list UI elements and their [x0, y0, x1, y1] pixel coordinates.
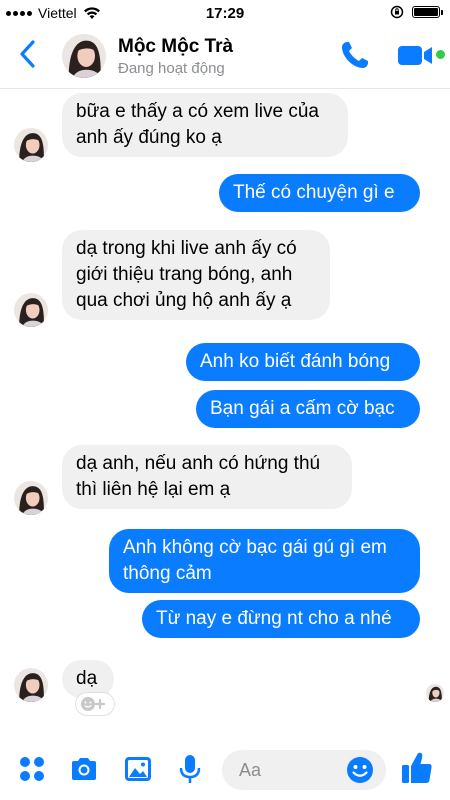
sender-avatar[interactable] — [14, 481, 48, 515]
contact-avatar[interactable] — [62, 34, 106, 78]
message-line: anh ấy đúng ko ạ — [76, 127, 222, 148]
add-reaction-icon — [81, 697, 106, 711]
message-line: Thế có chuyện gì e — [233, 182, 395, 203]
conversation-header: Mộc Mộc Trà Đang hoạt động — [0, 26, 450, 89]
sender-avatar[interactable] — [14, 128, 48, 162]
seen-receipt-avatar — [426, 684, 444, 702]
message-bubble-incoming[interactable]: bữa e thấy a có xem live của anh ấy đúng… — [62, 93, 348, 157]
message-line: Từ nay e đừng nt cho a nhé — [156, 608, 392, 629]
sender-avatar[interactable] — [14, 668, 48, 702]
message-bubble-incoming[interactable]: dạ anh, nếu anh có hứng thú thì liên hệ … — [62, 445, 352, 509]
status-bar: Viettel 17:29 — [0, 0, 450, 26]
camera-icon[interactable] — [68, 753, 100, 785]
contact-name[interactable]: Mộc Mộc Trà — [118, 36, 233, 58]
microphone-icon[interactable] — [174, 753, 206, 785]
add-reaction-button[interactable] — [76, 693, 114, 715]
message-line: Bạn gái a cấm cờ bạc — [210, 398, 395, 419]
message-line: thì liên hệ lại em ạ — [76, 479, 231, 500]
image-icon[interactable] — [122, 753, 154, 785]
message-bubble-outgoing[interactable]: Từ nay e đừng nt cho a nhé — [142, 600, 420, 638]
message-bubble-outgoing[interactable]: Anh ko biết đánh bóng — [186, 343, 420, 381]
online-indicator — [436, 50, 445, 59]
message-line: dạ trong khi live anh ấy có — [76, 238, 297, 259]
four-dots-icon[interactable] — [16, 753, 48, 785]
phone-icon[interactable] — [338, 38, 372, 72]
message-bubble-incoming[interactable]: dạ trong khi live anh ấy có giới thiệu t… — [62, 230, 330, 320]
orientation-lock-icon — [390, 5, 404, 19]
message-line: giới thiệu trang bóng, anh — [76, 264, 293, 285]
message-line: qua chơi ủng hộ anh ấy ạ — [76, 290, 292, 311]
message-bubble-outgoing[interactable]: Thế có chuyện gì e — [219, 174, 420, 212]
message-line: Anh ko biết đánh bóng — [200, 351, 391, 372]
message-line: bữa e thấy a có xem live của — [76, 101, 319, 122]
composer-bar: Aa — [0, 738, 450, 800]
sender-avatar[interactable] — [14, 293, 48, 327]
message-line: thông cảm — [123, 563, 212, 584]
battery-icon — [412, 6, 443, 18]
thumbs-up-icon[interactable] — [400, 750, 434, 786]
clock: 17:29 — [205, 5, 245, 22]
message-bubble-outgoing[interactable]: Anh không cờ bạc gái gú gì em thông cảm — [109, 529, 420, 593]
contact-status: Đang hoạt động — [118, 60, 225, 77]
message-bubble-outgoing[interactable]: Bạn gái a cấm cờ bạc — [196, 390, 420, 428]
message-line: dạ — [76, 668, 98, 689]
smiley-icon[interactable] — [346, 756, 374, 784]
message-input[interactable]: Aa — [222, 750, 386, 790]
back-chevron-icon[interactable] — [14, 36, 44, 72]
message-line: Anh không cờ bạc gái gú gì em — [123, 537, 387, 558]
message-line: dạ anh, nếu anh có hứng thú — [76, 453, 321, 474]
message-input-placeholder: Aa — [239, 760, 262, 780]
video-camera-icon[interactable] — [394, 38, 440, 72]
